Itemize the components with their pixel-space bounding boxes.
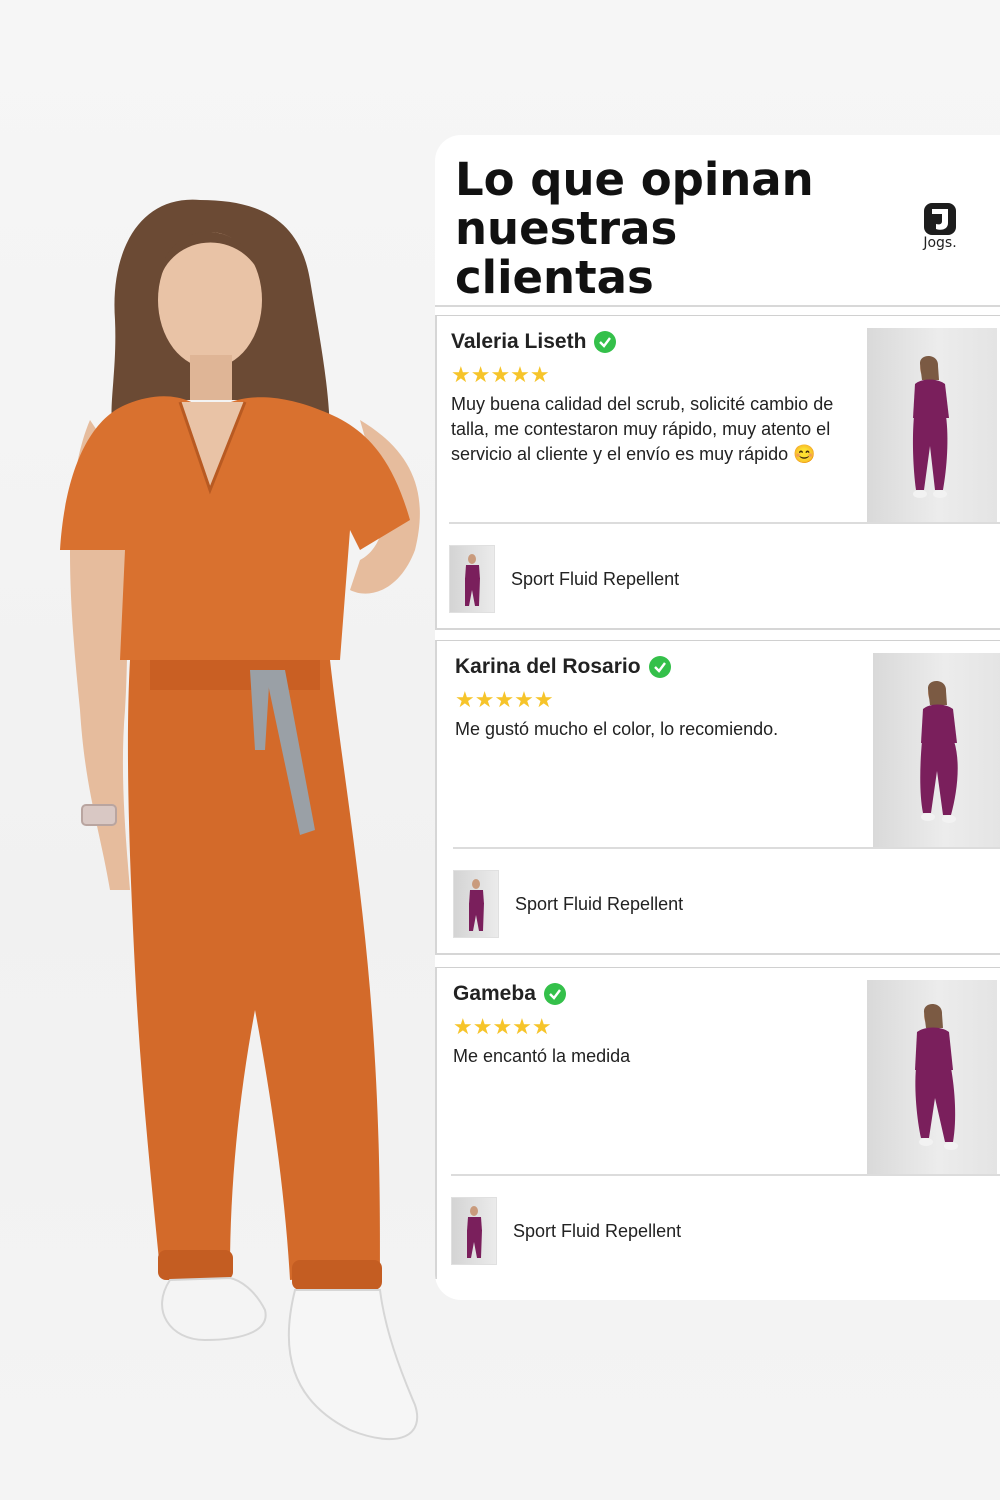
check-circle-icon: [648, 656, 671, 678]
divider: [451, 1174, 1000, 1176]
reviewer-name-text: Valeria Liseth: [451, 330, 587, 353]
review-text: Muy buena calidad del scrub, solicité ca…: [451, 394, 834, 464]
brand-name: Jogs.: [923, 235, 957, 251]
review-photo[interactable]: [867, 328, 997, 522]
check-circle-icon: [543, 983, 566, 1005]
model-photo: [30, 190, 450, 1490]
brand-logo: Jogs.: [915, 201, 965, 251]
page-title: Lo que opinan nuestras clientas: [455, 153, 814, 304]
review-text: Me encantó la medida: [453, 1046, 631, 1066]
star-rating: ★★★★★: [451, 362, 550, 387]
review-card: Karina del Rosario ★★★★★ Me gustó mucho …: [435, 640, 1000, 955]
divider: [437, 953, 1000, 955]
product-link[interactable]: Sport Fluid Repellent: [451, 1196, 681, 1266]
check-circle-icon: [594, 331, 617, 353]
reviews-panel: Lo que opinan nuestras clientas Jogs. Va…: [435, 135, 1000, 1300]
reviewer-name: Valeria Liseth: [451, 330, 617, 354]
star-rating: ★★★★★: [455, 687, 554, 712]
product-thumbnail[interactable]: [453, 870, 499, 938]
reviewer-name-text: Gameba: [453, 982, 536, 1005]
product-link[interactable]: Sport Fluid Repellent: [449, 544, 679, 614]
product-thumbnail[interactable]: [451, 1197, 497, 1265]
reviewer-name: Karina del Rosario: [455, 655, 671, 679]
review-card: Valeria Liseth ★★★★★ Muy buena calidad d…: [435, 315, 1000, 630]
jogs-logo-icon: [922, 201, 958, 237]
review-card: Gameba ★★★★★ Me encantó la medida Sport …: [435, 967, 1000, 1279]
product-name[interactable]: Sport Fluid Repellent: [511, 569, 679, 590]
divider: [453, 847, 1000, 849]
reviewer-name-text: Karina del Rosario: [455, 655, 641, 678]
review-photo[interactable]: [867, 980, 997, 1174]
review-photo[interactable]: [873, 653, 1000, 847]
panel-header: Lo que opinan nuestras clientas Jogs.: [435, 135, 1000, 307]
product-link[interactable]: Sport Fluid Repellent: [453, 869, 683, 939]
review-text: Me gustó mucho el color, lo recomiendo.: [455, 719, 779, 739]
divider: [437, 628, 1000, 630]
star-rating: ★★★★★: [453, 1014, 552, 1039]
divider: [449, 522, 1000, 524]
product-thumbnail[interactable]: [449, 545, 495, 613]
product-name[interactable]: Sport Fluid Repellent: [515, 894, 683, 915]
product-name[interactable]: Sport Fluid Repellent: [513, 1221, 681, 1242]
reviewer-name: Gameba: [453, 982, 566, 1006]
